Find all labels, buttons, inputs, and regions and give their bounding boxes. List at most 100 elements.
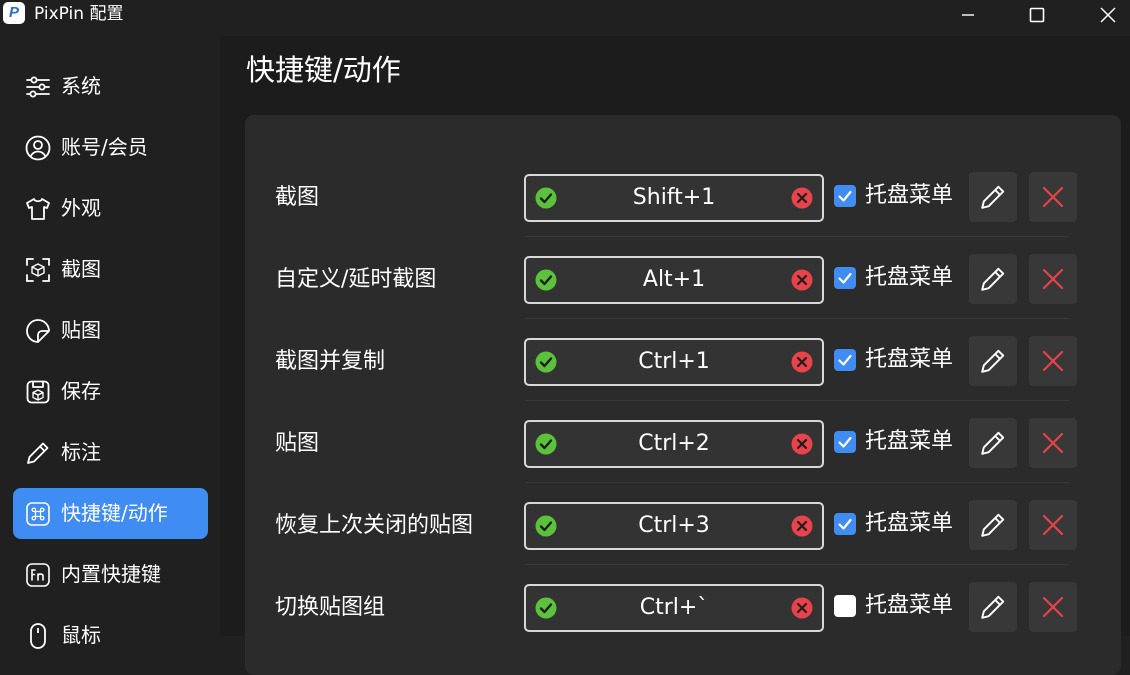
pencil-icon [981, 349, 1005, 373]
tray-menu-checkbox[interactable] [834, 267, 856, 289]
close-window-button[interactable] [1083, 0, 1130, 30]
close-icon [1042, 514, 1064, 536]
shortcut-input[interactable]: Ctrl+` [524, 584, 824, 632]
shortcut-value: Alt+1 [642, 267, 706, 292]
sidebar-item-label: 账号/会员 [61, 135, 148, 159]
minimize-icon [962, 14, 974, 16]
edit-button[interactable] [969, 172, 1017, 222]
edit-button[interactable] [969, 582, 1017, 632]
row-divider [525, 482, 1069, 483]
minimize-button[interactable] [943, 0, 993, 30]
tray-menu-label: 托盘菜单 [865, 511, 954, 536]
tray-menu-checkbox[interactable] [834, 595, 856, 617]
pencil-icon [981, 595, 1005, 619]
sidebar-item-label: 保存 [61, 379, 101, 403]
sidebar-item-system[interactable]: 系统 [13, 61, 208, 112]
clear-circle-icon[interactable] [791, 187, 813, 209]
shortcut-input[interactable]: Ctrl+3 [524, 502, 824, 550]
delete-button[interactable] [1029, 172, 1077, 222]
edit-button[interactable] [969, 418, 1017, 468]
tray-menu-checkbox[interactable] [834, 349, 856, 371]
sidebar-item-save[interactable]: 保存 [13, 366, 208, 417]
maximize-button[interactable] [1012, 0, 1062, 30]
sidebar-item-appearance[interactable]: 外观 [13, 183, 208, 234]
sliders-icon [26, 76, 50, 98]
user-icon [25, 135, 51, 161]
shortcut-value: Ctrl+1 [638, 349, 710, 374]
clear-circle-icon[interactable] [791, 351, 813, 373]
clear-circle-icon[interactable] [791, 433, 813, 455]
close-icon [1042, 268, 1064, 290]
pencil-icon [981, 185, 1005, 209]
close-icon [1042, 350, 1064, 372]
shirt-icon [26, 198, 50, 220]
delete-button[interactable] [1029, 418, 1077, 468]
shortcut-row: 自定义/延时截图 Alt+1 托盘菜单 [245, 241, 1121, 323]
tray-menu-checkbox[interactable] [834, 431, 856, 453]
shortcut-input[interactable]: Shift+1 [524, 174, 824, 222]
tray-menu-checkbox[interactable] [834, 185, 856, 207]
tray-menu-label: 托盘菜单 [865, 429, 954, 454]
shortcut-row: 切换贴图组 Ctrl+` 托盘菜单 [245, 569, 1121, 651]
sidebar-item-label: 快捷键/动作 [61, 501, 168, 525]
row-divider [525, 400, 1069, 401]
shortcut-list-panel: 截图 Shift+1 托盘菜单 自定义/延时截图 Alt+1 托盘菜单 截图并复… [245, 115, 1121, 675]
shortcut-input[interactable]: Alt+1 [524, 256, 824, 304]
checkmark-icon [838, 272, 852, 284]
shortcut-row: 贴图 Ctrl+2 托盘菜单 [245, 405, 1121, 487]
check-circle-icon [535, 597, 557, 619]
clear-circle-icon[interactable] [791, 515, 813, 537]
sidebar-item-builtin-shortcuts[interactable]: 内置快捷键 [13, 549, 208, 600]
shortcut-value: Ctrl+` [639, 595, 709, 620]
sidebar-item-shortcuts[interactable]: 快捷键/动作 [13, 488, 208, 539]
check-circle-icon [535, 187, 557, 209]
main-content: 快捷键/动作 截图 Shift+1 托盘菜单 自定义/延时截图 Alt+1 托盘… [220, 36, 1130, 675]
delete-button[interactable] [1029, 336, 1077, 386]
checkmark-icon [838, 436, 852, 448]
edit-button[interactable] [969, 500, 1017, 550]
shortcut-action-label: 贴图 [275, 431, 320, 456]
delete-button[interactable] [1029, 254, 1077, 304]
row-divider [525, 564, 1069, 565]
edit-button[interactable] [969, 254, 1017, 304]
sticker-icon [26, 319, 50, 343]
edit-button[interactable] [969, 336, 1017, 386]
sidebar-item-label: 贴图 [61, 318, 101, 342]
sidebar-item-sticker[interactable]: 贴图 [13, 305, 208, 356]
tray-menu-label: 托盘菜单 [865, 593, 954, 618]
shortcut-input[interactable]: Ctrl+2 [524, 420, 824, 468]
check-circle-icon [535, 433, 557, 455]
save-icon [26, 380, 50, 404]
mouse-icon [30, 623, 46, 649]
shortcut-input[interactable]: Ctrl+1 [524, 338, 824, 386]
shortcut-action-label: 截图并复制 [275, 349, 386, 374]
checkmark-icon [838, 190, 852, 202]
window-title: PixPin 配置 [34, 4, 124, 24]
clear-circle-icon[interactable] [791, 269, 813, 291]
fn-key-icon [26, 563, 50, 587]
close-icon [1042, 596, 1064, 618]
shortcut-row: 恢复上次关闭的贴图 Ctrl+3 托盘菜单 [245, 487, 1121, 569]
command-key-icon [26, 502, 50, 526]
sidebar-item-annotate[interactable]: 标注 [13, 427, 208, 478]
row-divider [525, 318, 1069, 319]
clear-circle-icon[interactable] [791, 597, 813, 619]
sidebar-item-label: 截图 [61, 257, 101, 281]
checkmark-icon [838, 518, 852, 530]
close-icon [1042, 432, 1064, 454]
sidebar-item-screenshot[interactable]: 截图 [13, 244, 208, 295]
check-circle-icon [535, 269, 557, 291]
shortcut-value: Ctrl+2 [638, 431, 710, 456]
check-circle-icon [535, 515, 557, 537]
sidebar-item-label: 标注 [61, 440, 101, 464]
pencil-icon [981, 431, 1005, 455]
delete-button[interactable] [1029, 582, 1077, 632]
tray-menu-label: 托盘菜单 [865, 183, 954, 208]
app-logo: P [3, 2, 25, 24]
close-icon [1042, 186, 1064, 208]
sidebar-item-account[interactable]: 账号/会员 [13, 122, 208, 173]
tray-menu-checkbox[interactable] [834, 513, 856, 535]
delete-button[interactable] [1029, 500, 1077, 550]
sidebar-item-label: 系统 [61, 74, 101, 98]
pencil-icon [981, 513, 1005, 537]
